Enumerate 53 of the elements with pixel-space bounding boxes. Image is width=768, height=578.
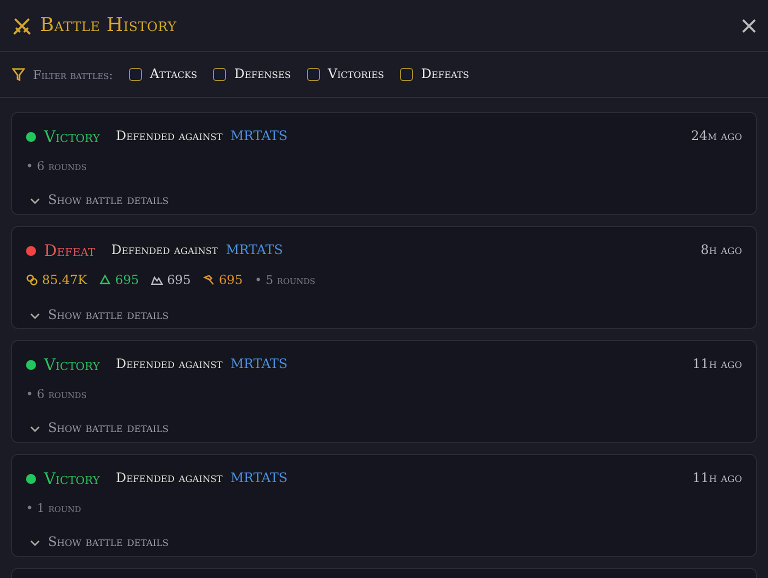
show-details-button[interactable]: Show battle details — [30, 533, 168, 552]
filter-option-label[interactable]: Defeats — [421, 64, 470, 84]
show-details-button[interactable]: Show battle details — [30, 191, 168, 210]
status-dot — [26, 360, 36, 370]
triangle-icon — [99, 274, 112, 286]
round-count: • 1 round — [26, 500, 82, 517]
round-count: • 5 rounds — [254, 272, 316, 290]
battle-result: Victory — [44, 354, 100, 376]
status-dot — [26, 246, 36, 256]
battle-result: Victory — [44, 126, 100, 148]
battle-action: Defended against — [111, 242, 218, 260]
stat-value: 695 — [218, 271, 243, 289]
battle-result: Defeat — [44, 240, 96, 262]
hammer-icon — [202, 274, 215, 286]
filter-option-label[interactable]: Attacks — [150, 64, 198, 84]
filter-option-label[interactable]: Defenses — [234, 64, 291, 84]
round-count: • 6 rounds — [26, 386, 87, 403]
filter-icon — [12, 68, 25, 81]
chevron-down-icon — [30, 540, 40, 546]
checkbox[interactable] — [213, 68, 226, 81]
opponent-link[interactable]: MRTATS — [230, 127, 288, 147]
chevron-down-icon — [30, 426, 40, 432]
show-details-button[interactable]: Show battle details — [30, 419, 168, 438]
battle-time: 24m ago — [691, 128, 742, 146]
battle-time: 11h ago — [692, 356, 742, 374]
stat-value: 85.47K — [42, 271, 88, 289]
coins-icon — [26, 274, 38, 286]
opponent-link[interactable]: MRTATS — [226, 241, 283, 261]
checkbox[interactable] — [306, 68, 320, 81]
opponent-link[interactable]: MRTATS — [230, 469, 288, 489]
crossed-swords-icon — [12, 16, 32, 36]
battle-time: 11h ago — [692, 470, 742, 488]
battle-action: Defended against — [116, 470, 222, 488]
show-details-button[interactable]: Show battle details — [30, 306, 168, 326]
battle-action: Defended against — [116, 356, 222, 374]
status-dot — [26, 474, 36, 484]
stat-value: 695 — [115, 271, 139, 289]
filter-option-label[interactable]: Victories — [328, 64, 384, 84]
mountain-icon — [150, 274, 163, 286]
checkbox[interactable] — [400, 68, 414, 81]
battle-result: Victory — [44, 468, 100, 490]
window-title: Battle History — [40, 13, 176, 38]
status-dot — [26, 132, 36, 142]
round-count: • 6 rounds — [26, 158, 87, 175]
battle-time: 8h ago — [700, 242, 742, 260]
close-icon — [742, 19, 756, 34]
stat-value: 695 — [166, 271, 191, 289]
checkbox[interactable] — [128, 68, 142, 81]
filter-label: Filter battles: — [33, 66, 113, 84]
battle-action: Defended against — [116, 128, 222, 146]
chevron-down-icon — [30, 312, 40, 318]
opponent-link[interactable]: MRTATS — [230, 355, 288, 375]
chevron-down-icon — [30, 198, 40, 204]
